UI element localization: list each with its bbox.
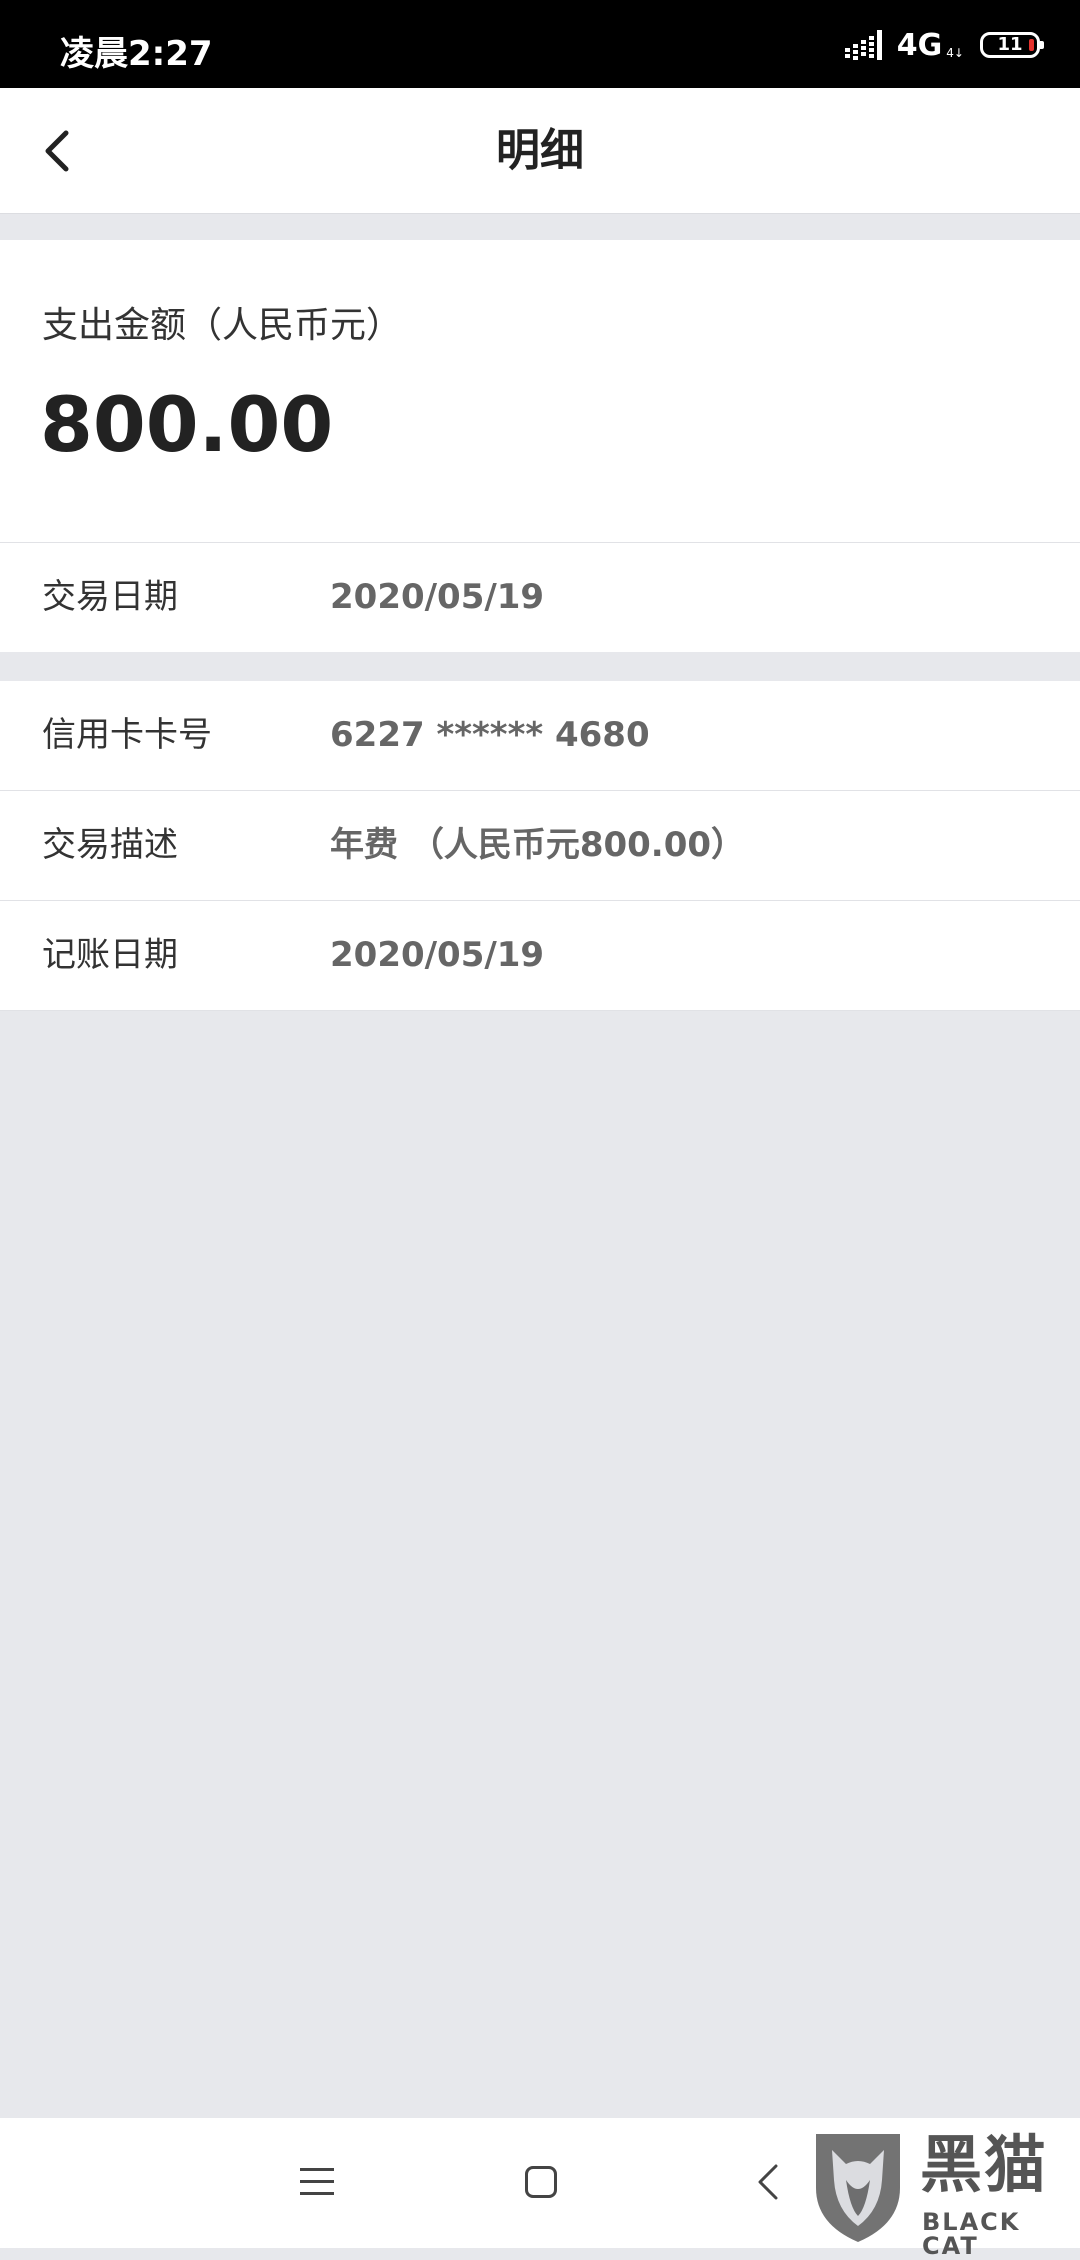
back-chevron-icon[interactable] (754, 2162, 782, 2202)
black-cat-logo-icon (816, 2134, 900, 2242)
watermark: 黑猫 BLACK CAT (808, 2128, 1080, 2258)
page-title: 明细 (496, 125, 584, 176)
divider (0, 1010, 1080, 1011)
battery-low-indicator (1029, 39, 1034, 51)
amount-value: 800.00 (40, 380, 334, 469)
status-time: 凌晨2:27 (60, 34, 213, 74)
watermark-name-cn: 黑猫 (920, 2128, 1049, 2201)
home-square-icon[interactable] (525, 2166, 557, 2198)
detail-value: 6227 ****** 4680 (330, 715, 650, 755)
network-type: 4G (896, 27, 943, 63)
watermark-name-en: BLACK CAT (922, 2208, 1021, 2260)
detail-label: 交易日期 (42, 577, 178, 617)
signal-icon (844, 30, 882, 60)
detail-value: 2020/05/19 (330, 577, 545, 617)
detail-row-card-number: 信用卡卡号 6227 ****** 4680 (0, 681, 1080, 790)
battery-tip (1040, 41, 1044, 49)
detail-row-description: 交易描述 年费 （人民币元800.00） (0, 791, 1080, 900)
detail-label: 记账日期 (42, 935, 178, 975)
detail-value: 2020/05/19 (330, 935, 545, 975)
detail-label: 交易描述 (42, 825, 178, 865)
battery-level: 11 (997, 34, 1023, 55)
detail-row-posting-date: 记账日期 2020/05/19 (0, 901, 1080, 1010)
amount-card: 支出金额（人民币元） 800.00 (0, 240, 1080, 542)
network-activity: 4↓ (946, 46, 964, 60)
battery-icon: 11 (980, 32, 1044, 58)
detail-value: 年费 （人民币元800.00） (330, 825, 746, 865)
status-bar: 凌晨2:27 4G 4↓ 11 (0, 0, 1080, 88)
app-header: 明细 (0, 88, 1080, 214)
amount-label: 支出金额（人民币元） (42, 305, 403, 346)
status-indicators: 4G 4↓ 11 (844, 24, 1044, 66)
detail-row-transaction-date: 交易日期 2020/05/19 (0, 543, 1080, 652)
detail-label: 信用卡卡号 (42, 715, 212, 755)
menu-icon[interactable] (298, 2164, 336, 2200)
